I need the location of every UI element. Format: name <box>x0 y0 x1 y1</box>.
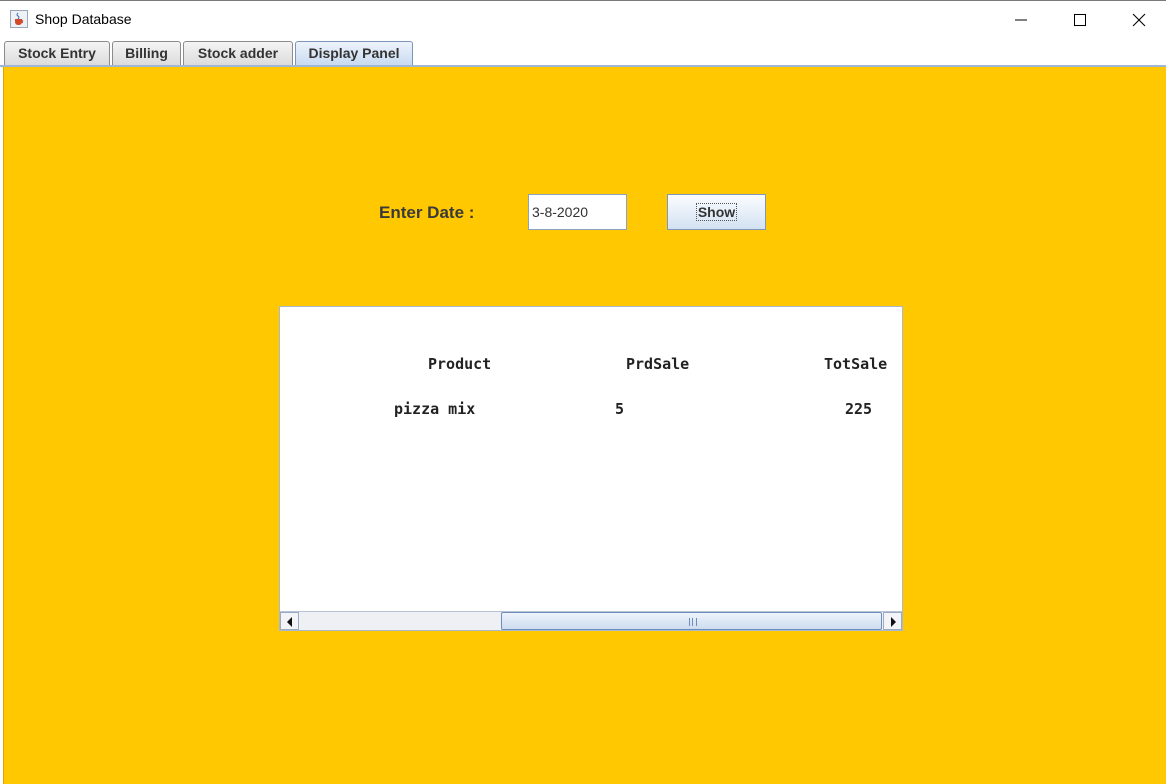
scroll-thumb[interactable] <box>501 612 882 630</box>
arrow-left-icon <box>287 617 292 627</box>
scroll-left-button[interactable] <box>280 612 299 630</box>
close-button[interactable] <box>1110 1 1166 37</box>
arrow-right-icon <box>891 617 896 627</box>
column-header-product: Product <box>428 355 492 373</box>
horizontal-scrollbar[interactable] <box>280 611 902 630</box>
minimize-icon <box>1015 19 1027 21</box>
show-button-label: Show <box>695 203 738 221</box>
display-panel: Enter Date : Show Product PrdSale TotSal… <box>3 67 1166 784</box>
column-header-totsale: TotSale <box>824 355 888 373</box>
scroll-right-button[interactable] <box>883 612 902 630</box>
tab-display-panel[interactable]: Display Panel <box>295 41 413 65</box>
window-title: Shop Database <box>35 11 132 27</box>
date-input[interactable] <box>528 194 627 230</box>
column-header-prdsale: PrdSale <box>626 355 690 373</box>
maximize-button[interactable] <box>1051 1 1109 37</box>
maximize-icon <box>1074 14 1086 26</box>
minimize-button[interactable] <box>992 1 1050 37</box>
tab-stock-entry[interactable]: Stock Entry <box>4 41 110 65</box>
report-text-area[interactable]: Product PrdSale TotSale pizza mix 5 225 <box>279 306 903 631</box>
date-label: Enter Date : <box>379 203 475 222</box>
tab-billing[interactable]: Billing <box>112 41 181 65</box>
title-bar: Shop Database <box>0 0 1166 38</box>
close-icon <box>1132 13 1146 27</box>
show-button[interactable]: Show <box>667 194 766 230</box>
row-product-value: pizza mix <box>394 400 476 418</box>
tab-strip: Stock Entry Billing Stock adder Display … <box>0 38 1166 66</box>
grip-icon <box>688 618 697 626</box>
tab-stock-adder[interactable]: Stock adder <box>183 41 293 65</box>
row-prdsale-value: 5 <box>615 400 625 418</box>
row-totsale-value: 225 <box>845 400 873 418</box>
java-cup-icon <box>10 10 28 28</box>
